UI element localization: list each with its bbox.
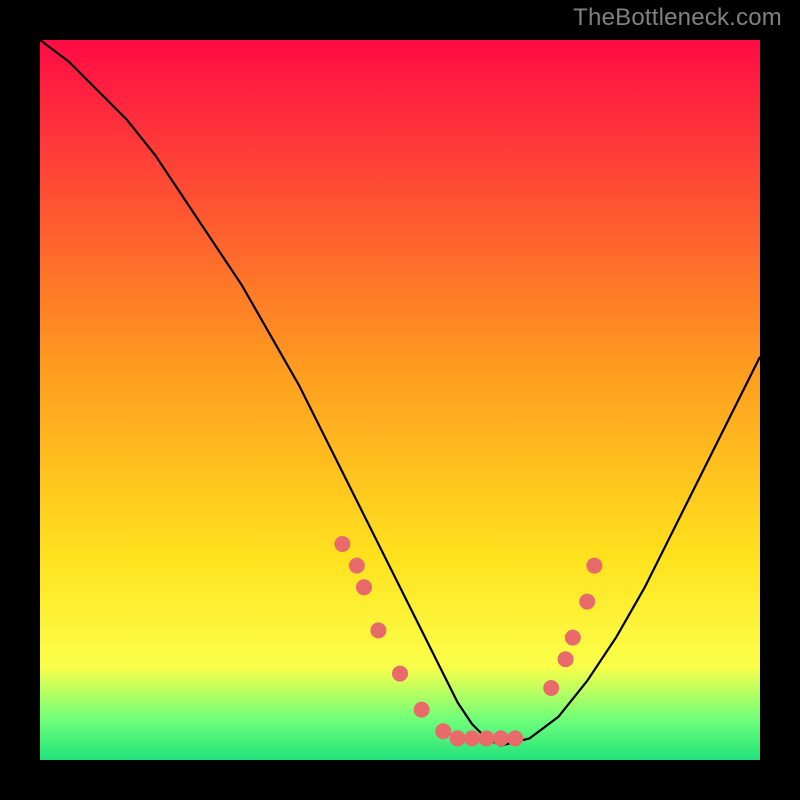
watermark: TheBottleneck.com — [573, 4, 782, 32]
chart-frame: TheBottleneck.com — [0, 0, 800, 800]
chart-svg — [40, 40, 760, 760]
highlight-point — [493, 730, 509, 746]
highlight-point — [435, 723, 451, 739]
plot-area — [40, 40, 760, 760]
highlight-point — [507, 730, 523, 746]
highlight-point — [392, 666, 408, 682]
highlight-point — [543, 680, 559, 696]
highlight-point — [579, 594, 595, 610]
highlight-point — [464, 730, 480, 746]
highlight-point — [334, 536, 350, 552]
highlight-point — [478, 730, 494, 746]
highlight-point — [565, 630, 581, 646]
highlight-point — [370, 622, 386, 638]
chart-background — [40, 40, 760, 760]
highlight-point — [414, 702, 430, 718]
highlight-point — [586, 558, 602, 574]
highlight-point — [349, 558, 365, 574]
highlight-point — [450, 730, 466, 746]
highlight-point — [356, 579, 372, 595]
highlight-point — [558, 651, 574, 667]
